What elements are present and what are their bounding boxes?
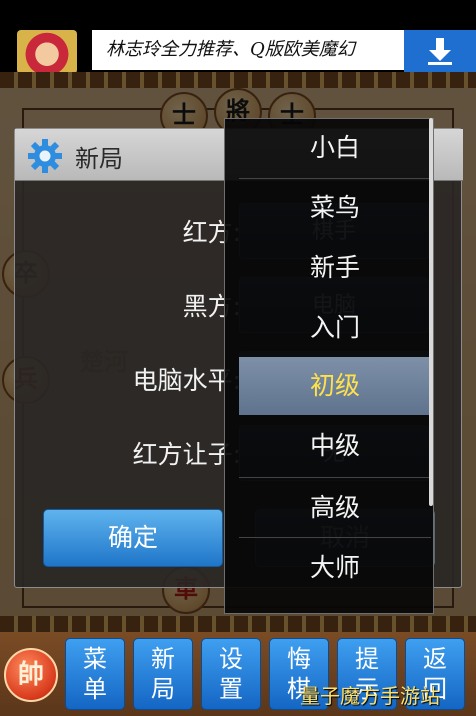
level-option-xiaobai[interactable]: 小白 xyxy=(239,119,431,177)
ai-level-dropdown-list[interactable]: 小白 菜鸟 新手 入门 初级 中级 高级 大师 xyxy=(224,118,434,614)
level-option-dashi[interactable]: 大师 xyxy=(239,539,431,597)
undo-button-label-top: 悔 xyxy=(287,645,311,673)
list-divider xyxy=(239,477,431,478)
ad-text[interactable]: 林志玲全力推荐、Q版欧美魔幻 xyxy=(92,30,404,70)
level-option-cainiao[interactable]: 菜鸟 xyxy=(239,179,431,237)
list-divider xyxy=(239,537,431,538)
back-button-label-top: 返 xyxy=(423,645,447,673)
watermark-text: 量子魔方手游站 xyxy=(300,684,440,708)
level-option-zhongji[interactable]: 中级 xyxy=(239,417,431,475)
menu-button[interactable]: 菜 单 xyxy=(65,638,125,710)
menu-button-label-top: 菜 xyxy=(83,645,107,673)
settings-button-label-top: 设 xyxy=(219,645,243,673)
settings-button[interactable]: 设 置 xyxy=(201,638,261,710)
level-option-gaoji[interactable]: 高级 xyxy=(239,479,431,537)
ok-button[interactable]: 确定 xyxy=(43,509,223,567)
level-option-xinshou[interactable]: 新手 xyxy=(239,239,431,297)
level-option-rumen[interactable]: 入门 xyxy=(239,299,431,357)
gear-icon xyxy=(28,139,62,173)
new-game-button-label-bottom: 局 xyxy=(151,675,175,703)
ad-download-button[interactable] xyxy=(404,30,476,72)
settings-button-label-bottom: 置 xyxy=(219,675,243,703)
dialog-title: 新局 xyxy=(75,145,123,173)
list-scrollbar[interactable] xyxy=(429,118,433,506)
hint-button-label-top: 提 xyxy=(355,645,379,673)
menu-button-label-bottom: 单 xyxy=(83,675,107,703)
download-arrow-icon xyxy=(428,38,452,65)
current-player-piece: 帥 xyxy=(4,648,58,702)
ad-banner[interactable]: 林志玲全力推荐、Q版欧美魔幻 xyxy=(0,0,476,74)
new-game-button[interactable]: 新 局 xyxy=(133,638,193,710)
new-game-button-label-top: 新 xyxy=(151,645,175,673)
level-option-chuji-selected[interactable]: 初级 xyxy=(239,357,431,415)
ad-avatar-image[interactable] xyxy=(17,30,77,74)
